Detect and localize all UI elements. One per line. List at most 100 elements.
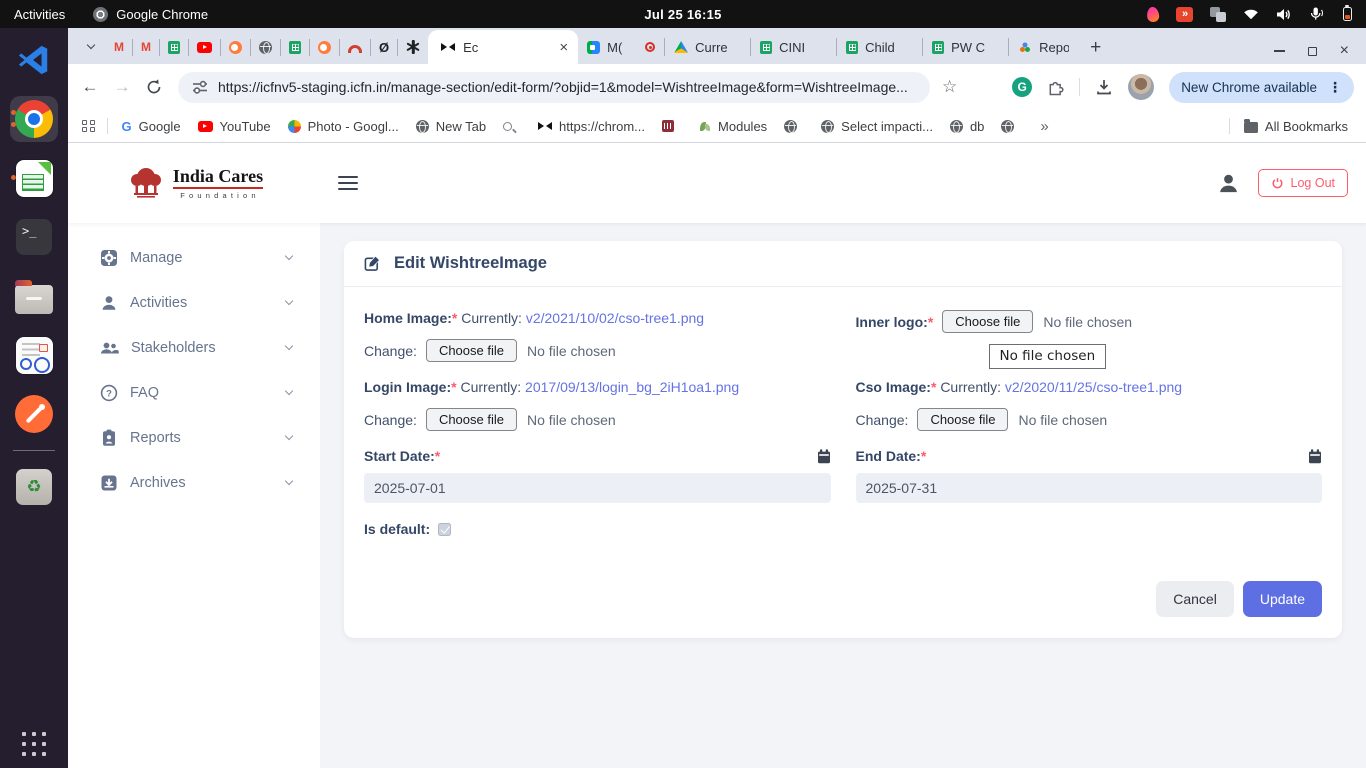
reload-button[interactable] (142, 78, 166, 96)
grammarly-extension-icon[interactable] (1012, 77, 1032, 97)
new-tab-button[interactable] (1090, 38, 1101, 57)
file-input[interactable]: Choose file No file chosen (917, 408, 1107, 431)
hamburger-menu-icon[interactable] (338, 176, 358, 191)
chrome-window: Ec M( Curre CINI (68, 28, 1366, 768)
minimize-icon[interactable] (1274, 50, 1285, 52)
activities-button[interactable]: Activities (14, 7, 65, 22)
active-tab[interactable]: Ec (428, 30, 578, 64)
pinned-tab-null[interactable] (371, 39, 398, 56)
brand-logo[interactable]: India Cares Foundation (125, 166, 263, 200)
file-input[interactable]: Choose file No file chosen (426, 408, 616, 431)
recording-indicator-icon (645, 42, 655, 52)
cancel-button[interactable]: Cancel (1156, 581, 1234, 617)
bookmark-globe[interactable] (1001, 120, 1021, 133)
dock-postman[interactable] (10, 391, 58, 437)
dock-libreoffice-calc[interactable] (10, 155, 58, 201)
all-bookmarks-button[interactable]: All Bookmarks (1244, 119, 1348, 134)
bookmark-modules[interactable]: Modules (698, 119, 767, 134)
pinned-tab-globe[interactable] (251, 39, 281, 56)
sidebar-item-activities[interactable]: Activities (68, 280, 320, 325)
sidebar-item-manage[interactable]: Manage (68, 235, 320, 280)
file-input[interactable]: Choose file No file chosen (942, 310, 1132, 333)
close-tab-icon[interactable] (559, 40, 568, 55)
choose-file-button[interactable]: Choose file (426, 408, 517, 431)
start-date-input[interactable] (364, 473, 831, 503)
calendar-icon[interactable] (1308, 449, 1322, 464)
bookmark-red-logo[interactable] (662, 120, 681, 132)
choose-file-button[interactable]: Choose file (917, 408, 1008, 431)
bookmarks-overflow-button[interactable]: » (1040, 118, 1048, 135)
pinned-tab-orange[interactable] (221, 39, 251, 56)
current-file-link[interactable]: v2/2020/11/25/cso-tree1.png (1005, 379, 1182, 395)
pinned-tab-sheets[interactable] (160, 39, 189, 56)
system-tray[interactable] (1147, 7, 1366, 22)
tab-drive[interactable]: Curre (664, 38, 750, 56)
site-controls-icon[interactable] (192, 80, 208, 94)
bookmark-chrom[interactable]: https://chrom... (538, 119, 645, 134)
tab-search-button[interactable] (78, 33, 104, 59)
sidebar-item-stakeholders[interactable]: Stakeholders (68, 325, 320, 370)
pinned-tab-openai[interactable] (398, 39, 428, 56)
pinned-tab-youtube[interactable] (189, 39, 221, 56)
tab-meet[interactable]: M( (578, 38, 664, 56)
show-applications-button[interactable] (22, 732, 46, 756)
tab-sheet-cini[interactable]: CINI (750, 38, 836, 56)
extensions-puzzle-icon[interactable] (1047, 79, 1064, 96)
tab-sheet-pw[interactable]: PW C (922, 38, 1008, 56)
focused-app-menu[interactable]: Google Chrome (93, 7, 208, 22)
choose-file-button[interactable]: Choose file (426, 339, 517, 362)
sidebar-item-faq[interactable]: ? FAQ (68, 370, 320, 415)
sidebar-item-archives[interactable]: Archives (68, 460, 320, 505)
tab-repo[interactable]: Repo (1008, 38, 1078, 56)
url-text[interactable]: https://icfnv5-staging.icfn.in/manage-se… (218, 79, 908, 95)
choose-file-button[interactable]: Choose file (942, 310, 1033, 333)
calendar-icon[interactable] (817, 449, 831, 464)
toolbar-divider (1079, 78, 1080, 96)
update-button[interactable]: Update (1243, 581, 1322, 617)
dock-vscode[interactable] (10, 37, 58, 83)
user-icon[interactable] (1217, 172, 1240, 195)
is-default-checkbox[interactable] (438, 523, 451, 536)
bookmark-google[interactable]: Google (122, 119, 181, 134)
address-bar[interactable]: https://icfnv5-staging.icfn.in/manage-se… (178, 72, 930, 103)
bookmark-star-icon[interactable] (942, 77, 957, 97)
pinned-tab-sheets[interactable] (281, 39, 310, 56)
back-button[interactable] (78, 77, 102, 97)
bookmark-select-impact[interactable]: Select impacti... (821, 119, 933, 134)
google-meet-icon (587, 41, 600, 54)
pinned-tab-gmail[interactable] (106, 39, 133, 56)
pinned-tab-orange[interactable] (310, 39, 340, 56)
download-icon[interactable] (1095, 78, 1113, 96)
pinned-tab-redarc[interactable] (340, 39, 371, 56)
bookmark-youtube[interactable]: YouTube (198, 119, 271, 134)
bookmark-db[interactable]: db (950, 119, 984, 134)
bookmark-new-tab[interactable]: New Tab (416, 119, 486, 134)
profile-avatar[interactable] (1128, 74, 1154, 100)
forward-button[interactable] (110, 77, 134, 97)
wifi-icon (1243, 8, 1259, 20)
bookmark-globe[interactable] (784, 120, 804, 133)
dock-terminal[interactable]: >_ (10, 214, 58, 260)
clipboard-indicator-icon[interactable] (1210, 7, 1226, 22)
logout-button[interactable]: Log Out (1258, 169, 1348, 197)
current-file-link[interactable]: 2017/09/13/login_bg_2iH1oa1.png (525, 379, 739, 395)
screen-share-indicator-icon[interactable] (1176, 7, 1193, 22)
file-input[interactable]: Choose file No file chosen (426, 339, 616, 362)
bookmark-search[interactable] (503, 122, 521, 131)
bookmark-photos[interactable]: Photo - Googl... (288, 119, 399, 134)
window-close-icon[interactable] (1340, 46, 1349, 56)
pinned-tab-gmail[interactable] (133, 39, 160, 56)
app-indicator-flame-icon[interactable] (1146, 6, 1160, 22)
chrome-update-button[interactable]: New Chrome available (1169, 72, 1354, 103)
dock-chrome[interactable] (10, 96, 58, 142)
tab-sheet-child[interactable]: Child (836, 38, 922, 56)
restore-icon[interactable] (1308, 47, 1317, 56)
apps-grid-icon[interactable] (82, 120, 95, 133)
dock-trash[interactable] (10, 464, 58, 510)
sidebar-item-reports[interactable]: Reports (68, 415, 320, 460)
end-date-input[interactable] (856, 473, 1323, 503)
dock-document-viewer[interactable] (10, 332, 58, 378)
dock-files[interactable] (10, 273, 58, 319)
browser-menu-icon[interactable] (1328, 79, 1342, 96)
current-file-link[interactable]: v2/2021/10/02/cso-tree1.png (526, 310, 704, 326)
